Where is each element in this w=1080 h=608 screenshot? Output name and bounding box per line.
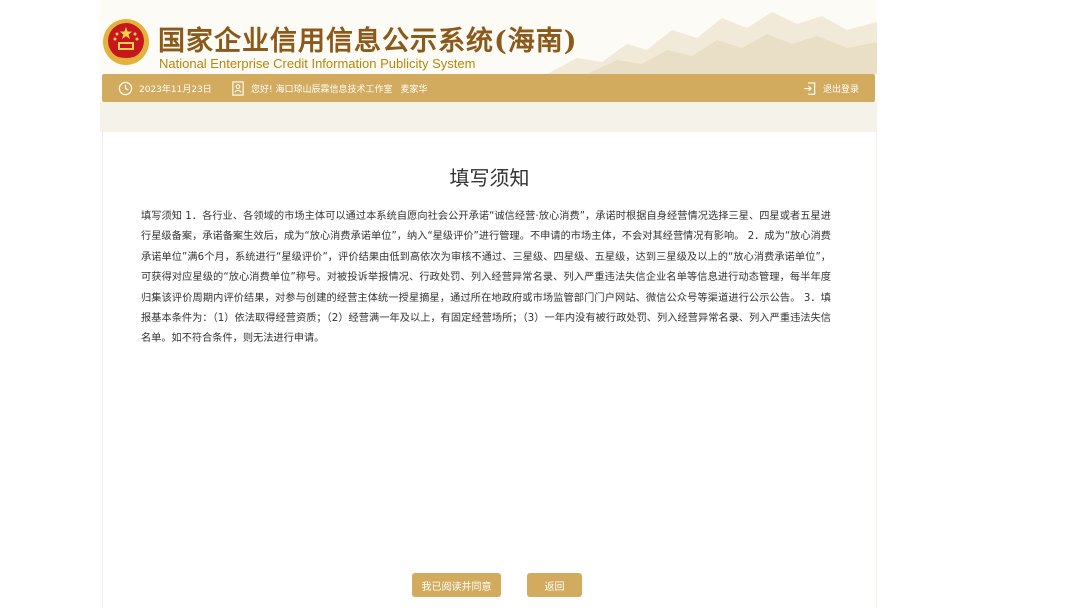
date-display: 2023年11月23日 <box>118 74 212 102</box>
national-emblem-icon <box>103 19 149 65</box>
clock-icon <box>118 81 133 96</box>
sub-nav-strip <box>100 102 877 132</box>
notice-panel: 填写须知 填写须知 1．各行业、各领域的市场主体可以通过本系统自愿向社会公开承诺… <box>102 132 877 608</box>
back-button[interactable]: 返回 <box>527 573 582 597</box>
mountain-decoration <box>547 12 877 74</box>
user-card-icon <box>231 80 245 96</box>
notice-body: 填写须知 1．各行业、各领域的市场主体可以通过本系统自愿向社会公开承诺“诚信经营… <box>141 211 831 345</box>
site-title: 国家企业信用信息公示系统(海南) <box>158 26 578 57</box>
logout-button[interactable]: 退出登录 <box>803 74 859 102</box>
notice-title: 填写须知 <box>449 166 530 190</box>
site-header: 国家企业信用信息公示系统(海南) National Enterprise Cre… <box>100 0 877 74</box>
user-name: 麦家华 <box>400 84 428 95</box>
logout-icon <box>803 81 817 96</box>
site-subtitle: National Enterprise Credit Information P… <box>159 56 476 71</box>
greeting-text: 您好! 海口琼山辰霖信息技术工作室 <box>251 84 393 95</box>
top-info-bar: 2023年11月23日 您好! 海口琼山辰霖信息技术工作室 麦家华 退出登录 <box>102 74 875 102</box>
date-text: 2023年11月23日 <box>139 84 212 95</box>
logout-label: 退出登录 <box>822 84 859 95</box>
user-info: 您好! 海口琼山辰霖信息技术工作室 麦家华 <box>231 74 428 102</box>
page-wrapper: 国家企业信用信息公示系统(海南) National Enterprise Cre… <box>100 0 877 608</box>
agree-button[interactable]: 我已阅读并同意 <box>412 573 501 597</box>
